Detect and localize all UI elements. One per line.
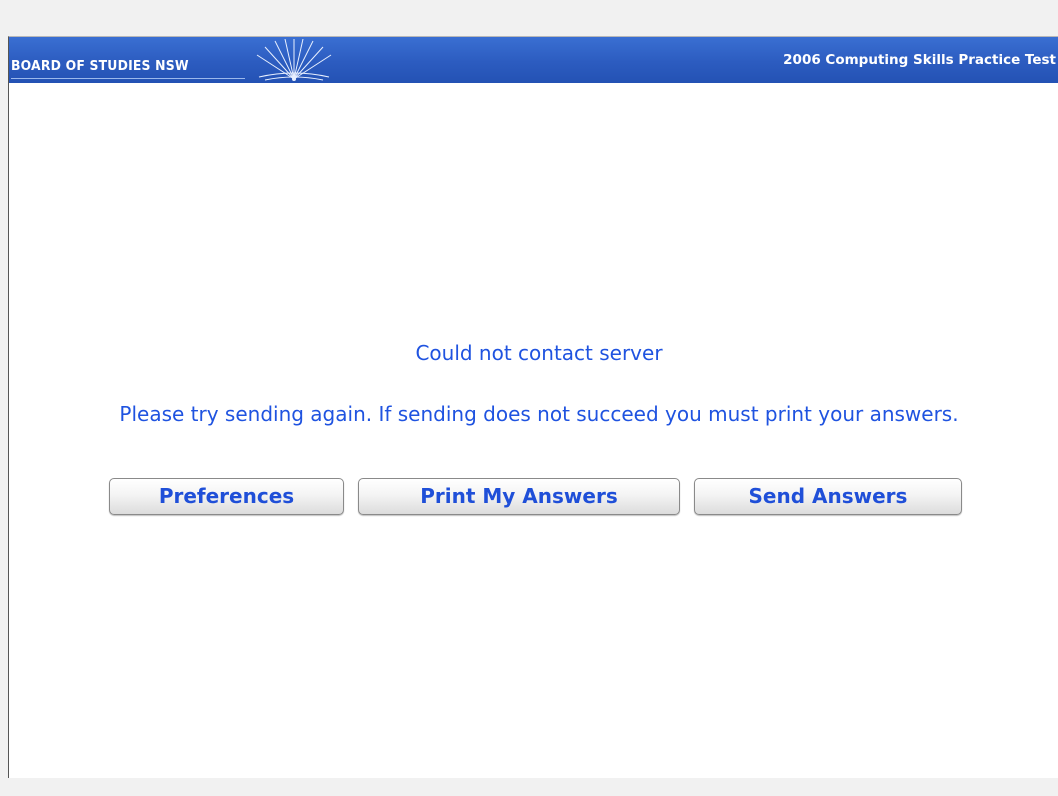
error-message-title: Could not contact server	[415, 341, 663, 365]
brand-underline	[11, 78, 245, 79]
brand-name: BOARD OF STUDIES NSW	[11, 58, 189, 74]
header-bar: BOARD OF STUDIES NSW 2006 Computing Skil…	[9, 37, 1058, 83]
app-panel: BOARD OF STUDIES NSW 2006 Computing Skil…	[8, 36, 1058, 778]
sunburst-book-logo-icon	[256, 39, 332, 81]
print-my-answers-button[interactable]: Print My Answers	[358, 478, 680, 515]
send-answers-button[interactable]: Send Answers	[694, 478, 962, 515]
button-row: Preferences Print My Answers Send Answer…	[109, 478, 969, 518]
test-title: 2006 Computing Skills Practice Test	[783, 52, 1056, 68]
error-message-body: Please try sending again. If sending doe…	[119, 402, 959, 426]
window-frame: BOARD OF STUDIES NSW 2006 Computing Skil…	[0, 0, 1058, 796]
preferences-button[interactable]: Preferences	[109, 478, 344, 515]
